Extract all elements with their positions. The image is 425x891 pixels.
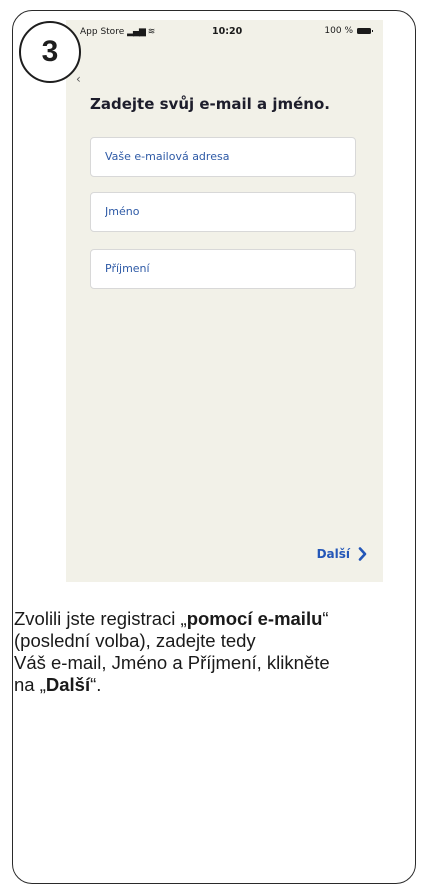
next-label: Další (316, 547, 350, 561)
wifi-icon: ≋ (147, 27, 156, 37)
status-bar: App Store ▂▄▆ ≋ 10:20 100 % (66, 20, 383, 46)
instruction-line-4-bold: Další (45, 674, 91, 695)
instruction-line-1-post: “ (322, 608, 329, 629)
instruction-line-1: Zvolili jste registraci „pomocí e-mailu“ (14, 608, 425, 630)
signal-icon: ▂▄▆ (127, 27, 146, 37)
instruction-line-1-pre: Zvolili jste registraci „ (14, 608, 187, 629)
email-field[interactable] (90, 137, 356, 177)
instruction-line-4-post: “. (90, 674, 102, 695)
instruction-line-4-pre: na „ (14, 674, 46, 695)
email-input[interactable] (105, 150, 345, 163)
chevron-right-icon (358, 547, 367, 561)
status-right: 100 % (324, 26, 373, 36)
step-number-badge: 3 (19, 21, 81, 83)
instruction-line-3: Váš e-mail, Jméno a Příjmení, klikněte (14, 652, 330, 673)
next-button[interactable]: Další (317, 547, 367, 561)
last-name-field[interactable] (90, 249, 356, 289)
instruction-line-1-bold: pomocí e-mailu (186, 608, 323, 629)
status-left: App Store ▂▄▆ ≋ (80, 27, 155, 37)
first-name-field[interactable] (90, 192, 356, 232)
last-name-input[interactable] (105, 262, 345, 275)
instruction-line-4: na „Další“. (14, 674, 425, 696)
instruction-text: Zvolili jste registraci „pomocí e-mailu“… (14, 608, 425, 696)
phone-screenshot: App Store ▂▄▆ ≋ 10:20 100 % ‹ Zadejte sv… (66, 20, 383, 582)
instruction-line-2: (poslední volba), zadejte tedy (14, 630, 256, 651)
back-chevron-icon[interactable]: ‹ (76, 72, 81, 86)
first-name-input[interactable] (105, 205, 345, 218)
page-title: Zadejte svůj e-mail a jméno. (90, 95, 330, 113)
status-time: 10:20 (212, 26, 243, 37)
carrier-label: App Store (80, 27, 125, 37)
step-number: 3 (41, 35, 59, 68)
battery-percent: 100 % (324, 26, 353, 36)
battery-icon (357, 28, 373, 34)
